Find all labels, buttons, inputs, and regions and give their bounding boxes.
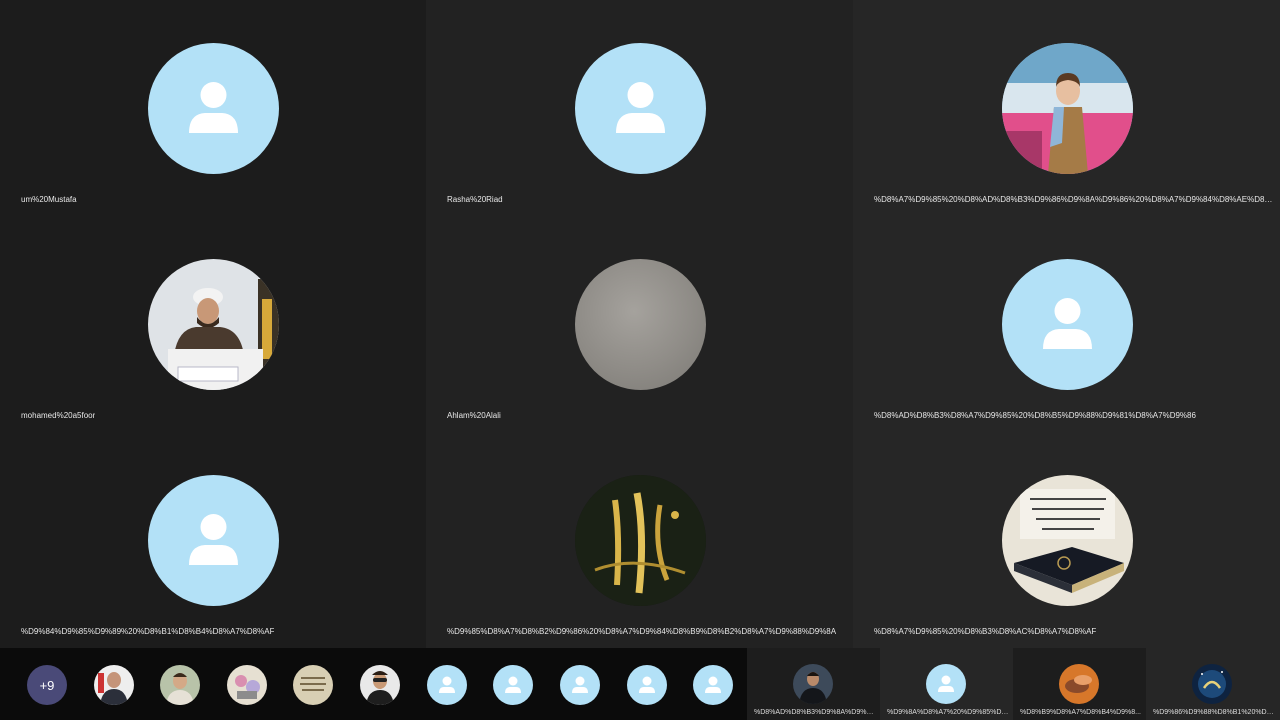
participant-name: mohamed%20a5foor xyxy=(21,411,96,420)
participant-tile[interactable]: Rasha%20Riad xyxy=(426,0,853,216)
participant-strip: +9 xyxy=(0,648,746,720)
camera-participant-name: %D9%8A%D8%A7%20%D9%85%D8... xyxy=(887,709,1009,716)
default-avatar-icon xyxy=(148,43,279,174)
man-desk-photo-avatar xyxy=(148,259,279,390)
participant-name: um%20Mustafa xyxy=(21,195,77,204)
default-avatar-icon[interactable] xyxy=(560,665,600,705)
camera-tile[interactable]: %D9%86%D9%88%D8%B1%20%D9... xyxy=(1146,648,1280,720)
camera-participant-name: %D8%AD%D8%B3%D9%8A%D9%8... xyxy=(754,709,876,716)
participant-name: %D8%A7%D9%85%20%D8%B3%D8%AC%D8%A7%D8%AF xyxy=(874,627,1097,636)
strip-avatar-man-suit[interactable] xyxy=(94,665,134,705)
participant-tile[interactable]: mohamed%20a5foor xyxy=(0,216,426,432)
hands-orange-photo-avatar xyxy=(1059,664,1099,704)
strip-avatar-young-man[interactable] xyxy=(160,665,200,705)
participant-name: Ahlam%20Alali xyxy=(447,411,501,420)
more-participants-button[interactable]: +9 xyxy=(27,665,67,705)
default-avatar-icon xyxy=(574,43,706,174)
default-avatar-icon xyxy=(1001,259,1133,390)
participant-tile[interactable]: %D8%A7%D9%85%20%D8%AD%D8%B3%D9%86%D9%8A%… xyxy=(853,0,1280,216)
default-avatar-icon[interactable] xyxy=(693,665,733,705)
camera-participant-name: %D9%86%D9%88%D8%B1%20%D9... xyxy=(1153,709,1275,716)
participant-grid: um%20Mustafa Rasha%20Riad %D8%A7%D9%85%2… xyxy=(0,0,1280,648)
participant-name: Rasha%20Riad xyxy=(447,195,503,204)
participant-tile[interactable]: um%20Mustafa xyxy=(0,0,426,216)
default-avatar-icon xyxy=(148,475,279,606)
quran-book-photo-avatar xyxy=(1001,475,1133,606)
strip-avatar-flowers[interactable] xyxy=(227,665,267,705)
participant-bar: +9 %D8%AD%D8%B3%D9%8A%D9%8... %D9%8A%D8%… xyxy=(0,648,1280,720)
default-avatar-icon xyxy=(926,664,966,704)
camera-tile[interactable]: %D9%8A%D8%A7%20%D9%85%D8... xyxy=(880,648,1013,720)
default-avatar-icon[interactable] xyxy=(493,665,533,705)
girl-photo-avatar xyxy=(1001,43,1133,174)
strip-avatar-text-card[interactable] xyxy=(293,665,333,705)
participant-tile[interactable]: %D9%84%D9%85%D9%89%20%D8%B1%D8%B4%D8%A7%… xyxy=(0,432,426,648)
participant-tile[interactable]: %D8%A7%D9%85%20%D8%B3%D8%AC%D8%A7%D8%AF xyxy=(853,432,1280,648)
participant-name: %D9%84%D9%85%D9%89%20%D8%B1%D8%B4%D8%A7%… xyxy=(21,627,275,636)
participant-name: %D8%A7%D9%85%20%D8%AD%D8%B3%D9%86%D9%8A%… xyxy=(874,195,1278,204)
camera-tile[interactable]: %D8%AD%D8%B3%D9%8A%D9%8... xyxy=(747,648,880,720)
man-dark-photo-avatar xyxy=(793,664,833,704)
participant-name: %D8%AD%D8%B3%D8%A7%D9%85%20%D8%B5%D9%88%… xyxy=(874,411,1196,420)
camera-tile[interactable]: %D8%B9%D8%A7%D8%B4%D9%8... xyxy=(1013,648,1146,720)
blurred-photo-avatar xyxy=(574,259,706,390)
participant-tile[interactable]: Ahlam%20Alali xyxy=(426,216,853,432)
default-avatar-icon[interactable] xyxy=(427,665,467,705)
default-avatar-icon[interactable] xyxy=(627,665,667,705)
participant-tile[interactable]: %D8%AD%D8%B3%D8%A7%D9%85%20%D8%B5%D9%88%… xyxy=(853,216,1280,432)
participant-tile[interactable]: %D9%85%D8%A7%D8%B2%D9%86%20%D8%A7%D9%84%… xyxy=(426,432,853,648)
night-calligraphy-photo-avatar xyxy=(1192,664,1232,704)
participant-name: %D9%85%D8%A7%D8%B2%D9%86%20%D8%A7%D9%84%… xyxy=(447,627,837,636)
camera-participant-name: %D8%B9%D8%A7%D8%B4%D9%8... xyxy=(1020,709,1141,716)
calligraphy-photo-avatar xyxy=(574,475,706,606)
strip-avatar-man-sunglasses[interactable] xyxy=(360,665,400,705)
